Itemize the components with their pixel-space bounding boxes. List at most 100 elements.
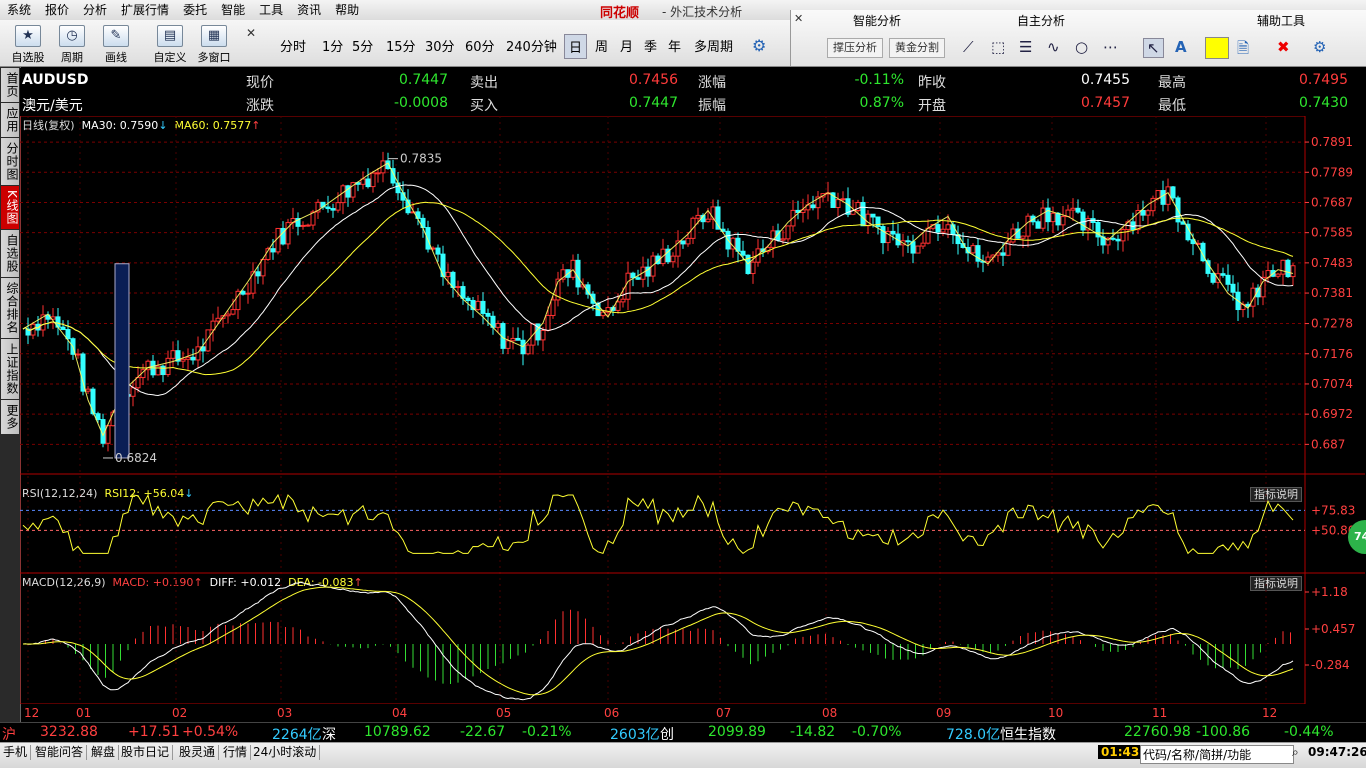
- candle-body: [240, 290, 246, 295]
- menu-3[interactable]: 扩展行情: [114, 0, 176, 19]
- line-tool-icon[interactable]: ⟋: [963, 38, 974, 56]
- period-tab-5[interactable]: 60分: [461, 34, 499, 57]
- menu-4[interactable]: 委托: [176, 0, 214, 19]
- side-tab-2[interactable]: 分时图: [1, 138, 19, 185]
- quote-label: 涨跌: [246, 98, 274, 114]
- status-item-2[interactable]: 解盘: [88, 745, 120, 760]
- color-swatch[interactable]: [1205, 37, 1229, 59]
- period-tab-11[interactable]: 年: [664, 34, 685, 57]
- side-tab-4[interactable]: 自选股: [1, 229, 19, 277]
- menu-2[interactable]: 分析: [76, 0, 114, 19]
- menu-6[interactable]: 工具: [252, 0, 290, 19]
- pen-icon: ✎: [103, 25, 129, 47]
- side-tab-6[interactable]: 上证指数: [1, 338, 19, 399]
- golden-section-button[interactable]: 黄金分割: [889, 38, 945, 58]
- date-tick: 07: [716, 706, 732, 720]
- candle-body: [915, 245, 921, 254]
- support-resistance-button[interactable]: 撑压分析: [827, 38, 883, 58]
- side-tab-5[interactable]: 综合排名: [1, 277, 19, 338]
- pointer-tool-icon[interactable]: ↖: [1143, 38, 1164, 58]
- date-axis: 12 01 02 03 04 05 06 07 08 09 10 11 12: [20, 704, 1310, 722]
- index-ticker-item: 恒生指数: [1000, 727, 1056, 743]
- self-analysis-title[interactable]: 自主分析: [1017, 12, 1065, 29]
- menu-7[interactable]: 资讯: [290, 0, 328, 19]
- period-tab-0[interactable]: 分时: [276, 34, 310, 57]
- quick-search-box[interactable]: 代码/名称/简拼/功能: [1140, 745, 1294, 764]
- candle-body: [435, 247, 441, 255]
- index-ticker-item: +0.54%: [182, 724, 239, 740]
- rsi-level-label: +75.83: [1311, 503, 1355, 517]
- more-tools-icon[interactable]: ⋯: [1103, 38, 1118, 56]
- menu-1[interactable]: 报价: [38, 0, 76, 19]
- kline-chart[interactable]: 0.78350.6824 +75.83+50.80 +1.18+0.457-0.…: [20, 116, 1366, 704]
- candle-body: [215, 317, 221, 322]
- side-tab-1[interactable]: 应用: [1, 103, 19, 137]
- tool-settings-gear-icon[interactable]: ⚙: [1313, 38, 1326, 56]
- period-tab-10[interactable]: 季: [640, 34, 661, 57]
- status-item-0[interactable]: 手机: [0, 745, 32, 760]
- candle-body: [375, 172, 381, 175]
- period-tab-8[interactable]: 周: [591, 34, 612, 57]
- status-item-6[interactable]: 24小时滚动: [250, 745, 321, 760]
- candle-body: [480, 300, 486, 314]
- candle-body: [865, 213, 871, 227]
- candle-body: [300, 224, 306, 227]
- menu-0[interactable]: 系统: [0, 0, 38, 19]
- side-tab-3[interactable]: K线图: [1, 186, 19, 229]
- smart-analysis-title[interactable]: 智能分析: [853, 12, 901, 29]
- toolbar-button-4[interactable]: ▦ 多窗口: [192, 22, 236, 64]
- candle-body: [695, 214, 701, 219]
- status-item-3[interactable]: 股市日记: [118, 745, 174, 760]
- period-tab-2[interactable]: 5分: [348, 34, 377, 57]
- toolbar-button-1[interactable]: ◷ 周期: [50, 22, 94, 64]
- candle-body: [785, 225, 791, 240]
- period-tab-9[interactable]: 月: [616, 34, 637, 57]
- index-ticker-item: 2603亿: [610, 727, 660, 743]
- settings-gear-icon[interactable]: ⚙: [752, 36, 766, 55]
- quote-label: 卖出: [470, 75, 498, 91]
- toolbar-button-2[interactable]: ✎ 画线: [94, 22, 138, 64]
- toolbar-button-3[interactable]: ▤ 自定义: [148, 22, 192, 64]
- period-tab-7[interactable]: 日: [564, 34, 588, 59]
- aux-tools-title[interactable]: 辅助工具: [1257, 12, 1305, 29]
- channel-tool-icon[interactable]: ☰: [1019, 38, 1032, 56]
- date-tick: 09: [936, 706, 952, 720]
- candle-body: [630, 272, 636, 279]
- close-toolbar-icon[interactable]: ✕: [246, 26, 256, 40]
- rect-tool-icon[interactable]: ⬚: [991, 38, 1005, 56]
- circle-tool-icon[interactable]: ○: [1075, 38, 1088, 56]
- side-tab-7[interactable]: 更多: [1, 399, 19, 434]
- candle-body: [245, 292, 251, 295]
- status-item-4[interactable]: 股灵通: [176, 745, 220, 760]
- clock-icon: ◷: [59, 25, 85, 47]
- period-tab-12[interactable]: 多周期: [690, 34, 737, 57]
- candle-body: [1115, 238, 1121, 242]
- candle-body: [635, 277, 641, 280]
- wave-tool-icon[interactable]: ∿: [1047, 38, 1060, 56]
- side-tab-0[interactable]: 首页: [1, 68, 19, 102]
- delete-tool-icon[interactable]: ✖: [1277, 38, 1290, 56]
- search-icon[interactable]: ⌕: [1292, 745, 1299, 760]
- quote-value: 0.7456: [629, 72, 678, 88]
- candle-body: [740, 250, 746, 256]
- index-ticker-item: +17.51: [128, 724, 180, 740]
- quote-label: 昨收: [918, 75, 946, 91]
- period-tab-6[interactable]: 240分钟: [502, 34, 561, 57]
- y-tick-label: 0.7176: [1311, 347, 1353, 361]
- menu-8[interactable]: 帮助: [328, 0, 366, 19]
- status-item-5[interactable]: 行情: [220, 745, 252, 760]
- status-item-1[interactable]: 智能问答: [32, 745, 88, 760]
- period-tab-1[interactable]: 1分: [318, 34, 347, 57]
- chart-frame: [20, 116, 1306, 704]
- save-tool-icon[interactable]: 🗎: [1237, 38, 1249, 63]
- candle-body: [325, 206, 331, 210]
- quote-value: 0.7455: [1081, 72, 1130, 88]
- period-tab-4[interactable]: 30分: [421, 34, 459, 57]
- period-tab-3[interactable]: 15分: [382, 34, 420, 57]
- smart-panel-close-icon[interactable]: ✕: [794, 12, 803, 25]
- status-clock-left: 01:43: [1098, 745, 1143, 759]
- menu-5[interactable]: 智能: [214, 0, 252, 19]
- text-tool-icon[interactable]: A: [1175, 38, 1187, 56]
- candle-body: [735, 237, 741, 252]
- toolbar-button-0[interactable]: ★ 自选股: [6, 22, 50, 64]
